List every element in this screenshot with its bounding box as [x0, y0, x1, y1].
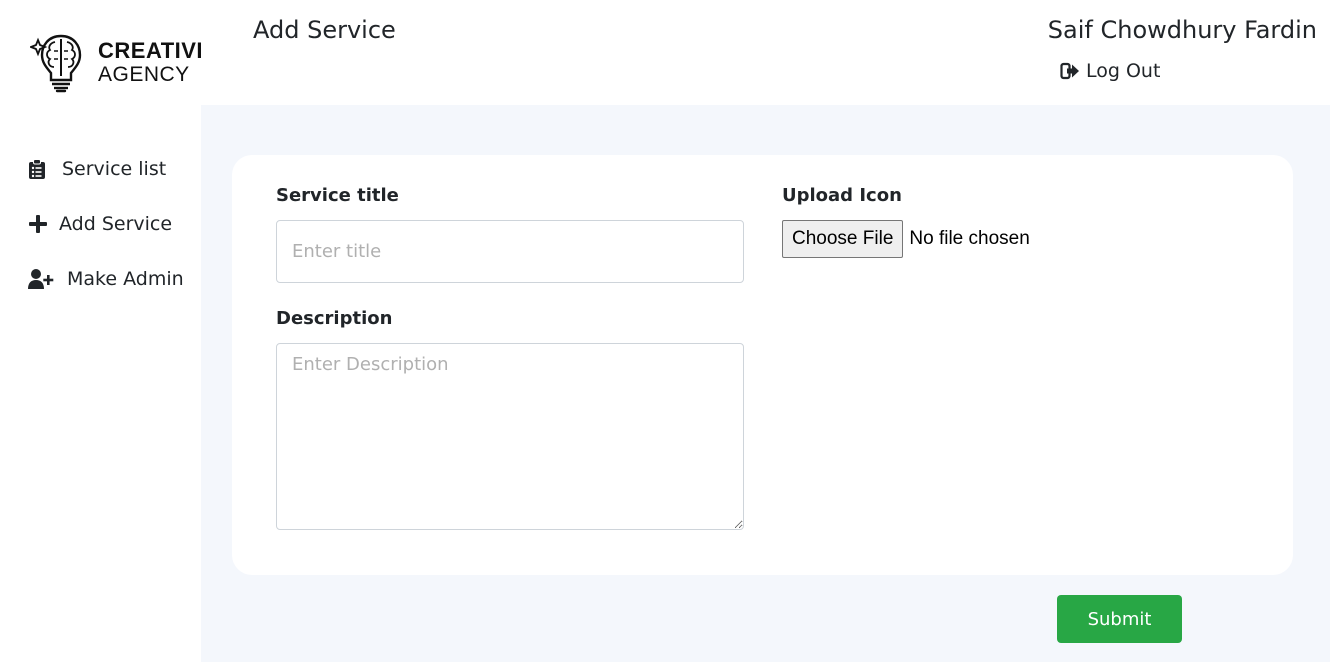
logo[interactable]: CREATIVE AGENCY: [30, 30, 201, 96]
choose-file-button[interactable]: Choose File: [782, 220, 904, 258]
logo-text: CREATIVE AGENCY: [98, 39, 201, 87]
main-content: Service title Description Upload Icon Ch…: [201, 105, 1330, 662]
file-status: No file chosen: [909, 228, 1030, 249]
sidebar-item-service-list[interactable]: Service list: [28, 158, 166, 180]
sidebar-item-label: Add Service: [59, 213, 173, 235]
page-title: Add Service: [253, 16, 396, 44]
description-label: Description: [276, 308, 393, 329]
sidebar-item-label: Service list: [62, 158, 167, 180]
logo-line1: CREATIVE: [98, 38, 201, 63]
service-title-label: Service title: [276, 185, 399, 206]
upload-icon-label: Upload Icon: [782, 185, 902, 206]
plus-icon: [28, 215, 47, 233]
logout-label: Log Out: [1086, 60, 1161, 82]
file-input[interactable]: Choose File No file chosen: [782, 220, 1030, 258]
sidebar-item-label: Make Admin: [67, 268, 184, 290]
clipboard-list-icon: [29, 159, 45, 179]
user-name: Saif Chowdhury Fardin: [1047, 16, 1317, 44]
sidebar-item-make-admin[interactable]: Make Admin: [28, 268, 184, 290]
brain-bulb-icon: [30, 34, 82, 93]
add-service-form: Service title Description Upload Icon Ch…: [232, 155, 1293, 575]
description-textarea[interactable]: [276, 343, 744, 530]
user-plus-icon: [28, 269, 54, 289]
logout-button[interactable]: Log Out: [1060, 60, 1160, 82]
logo-line2: AGENCY: [98, 63, 190, 86]
service-title-input[interactable]: [276, 220, 744, 283]
submit-button[interactable]: Submit: [1057, 595, 1182, 643]
sign-out-icon: [1060, 62, 1079, 80]
sidebar-item-add-service[interactable]: Add Service: [28, 213, 172, 235]
